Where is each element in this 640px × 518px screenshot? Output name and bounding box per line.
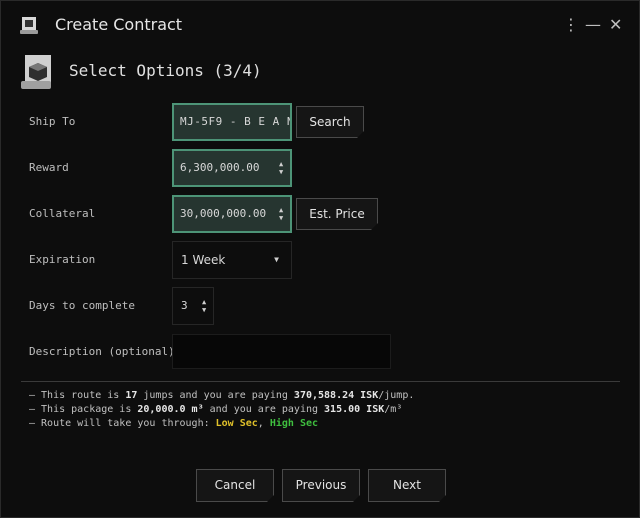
ship-to-input[interactable]: MJ-5F9 - B E A N: [172, 103, 292, 141]
route-jumps-info: – This route is 17 jumps and you are pay…: [29, 390, 414, 401]
collateral-value: 30,000,000.00: [180, 207, 267, 220]
minimize-icon[interactable]: —: [585, 15, 601, 35]
search-button[interactable]: Search: [296, 106, 364, 138]
info-text: and you are paying: [203, 404, 325, 415]
reward-input[interactable]: 6,300,000.00 ▲ ▼: [172, 149, 292, 187]
create-contract-window: Create Contract ⋮ — ✕ Select Options (3/…: [0, 0, 640, 518]
previous-button-label: Previous: [295, 478, 347, 492]
isk-per-m3: 315.00: [324, 404, 361, 415]
search-button-label: Search: [309, 115, 351, 129]
collateral-input[interactable]: 30,000,000.00 ▲ ▼: [172, 195, 292, 233]
next-button[interactable]: Next: [368, 469, 446, 502]
info-text: – Route will take you through:: [29, 418, 216, 429]
est-price-button[interactable]: Est. Price: [296, 198, 378, 230]
chevron-down-icon[interactable]: ▼: [202, 306, 210, 314]
previous-button[interactable]: Previous: [282, 469, 360, 502]
ship-to-label: Ship To: [29, 115, 76, 128]
route-security-info: – Route will take you through: Low Sec, …: [29, 418, 318, 429]
chevron-up-icon[interactable]: ▲: [279, 160, 287, 168]
high-sec-label: High Sec: [269, 418, 319, 429]
info-text: /jump.: [378, 390, 415, 401]
low-sec-label: Low Sec: [215, 418, 258, 429]
reward-spinner[interactable]: ▲ ▼: [279, 151, 287, 185]
package-volume: 20,000.0 m³: [137, 404, 204, 415]
next-button-label: Next: [393, 478, 421, 492]
cancel-button[interactable]: Cancel: [196, 469, 274, 502]
reward-value: 6,300,000.00: [180, 161, 260, 174]
reward-label: Reward: [29, 161, 69, 174]
info-text: – This package is: [29, 404, 138, 415]
expiration-value: 1 Week: [181, 253, 226, 267]
window-title: Create Contract: [55, 15, 183, 34]
chevron-down-icon: ▼: [274, 255, 279, 264]
days-to-complete-input[interactable]: 3 ▲ ▼: [172, 287, 214, 325]
days-to-complete-label: Days to complete: [29, 299, 135, 312]
description-input[interactable]: [172, 334, 391, 369]
days-spinner[interactable]: ▲ ▼: [202, 288, 210, 324]
days-value: 3: [181, 299, 188, 312]
isk-unit: ISK: [354, 390, 379, 401]
expiration-select[interactable]: 1 Week ▼: [172, 241, 292, 279]
more-options-icon[interactable]: ⋮: [563, 15, 579, 35]
est-price-button-label: Est. Price: [309, 207, 365, 221]
isk-per-jump: 370,588.24: [293, 390, 355, 401]
info-text: – This route is: [29, 390, 126, 401]
contract-scroll-icon: [19, 53, 59, 93]
chevron-up-icon[interactable]: ▲: [202, 298, 210, 306]
divider: [21, 381, 620, 382]
isk-unit: ISK: [360, 404, 385, 415]
info-text: jumps and you are paying: [137, 390, 294, 401]
contract-scroll-icon: [19, 14, 41, 36]
chevron-up-icon[interactable]: ▲: [279, 206, 287, 214]
jump-count: 17: [125, 390, 138, 401]
ship-to-value: MJ-5F9 - B E A N: [180, 115, 292, 128]
package-volume-info: – This package is 20,000.0 m³ and you ar…: [29, 404, 402, 415]
close-icon[interactable]: ✕: [609, 15, 622, 35]
section-title: Select Options (3/4): [69, 61, 262, 80]
expiration-label: Expiration: [29, 253, 96, 266]
title-bar[interactable]: Create Contract ⋮ — ✕: [1, 1, 639, 49]
collateral-spinner[interactable]: ▲ ▼: [279, 197, 287, 231]
info-text: /m³: [384, 404, 403, 415]
info-text: ,: [257, 418, 270, 429]
collateral-label: Collateral: [29, 207, 96, 220]
description-label: Description (optional): [29, 345, 175, 358]
cancel-button-label: Cancel: [214, 478, 256, 492]
chevron-down-icon[interactable]: ▼: [279, 168, 287, 176]
chevron-down-icon[interactable]: ▼: [279, 214, 287, 222]
